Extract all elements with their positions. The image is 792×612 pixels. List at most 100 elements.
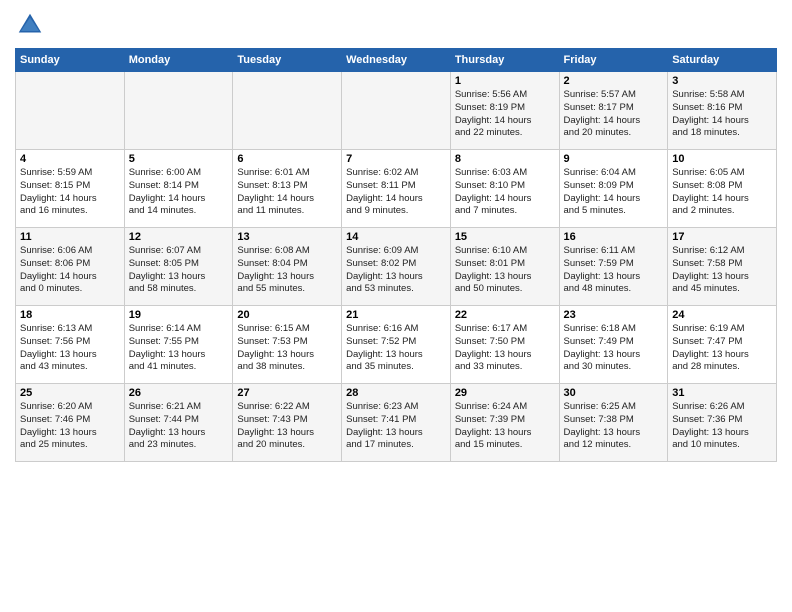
day-number: 1 — [455, 75, 555, 87]
header — [15, 10, 777, 40]
day-info: Sunrise: 6:21 AM Sunset: 7:44 PM Dayligh… — [129, 401, 229, 452]
day-cell — [16, 72, 125, 150]
col-header-sunday: Sunday — [16, 49, 125, 72]
day-info: Sunrise: 6:05 AM Sunset: 8:08 PM Dayligh… — [672, 167, 772, 218]
day-cell: 6Sunrise: 6:01 AM Sunset: 8:13 PM Daylig… — [233, 150, 342, 228]
day-cell: 21 Sunrise: 6:16 AM Sunset: 7:52 PM Dayli… — [342, 306, 451, 384]
day-info: Sunrise: 6:22 AM Sunset: 7:43 PM Dayligh… — [237, 401, 337, 452]
day-number: 11 — [20, 231, 120, 243]
day-number: 29 — [455, 387, 555, 399]
day-info: Sunrise: 6:15 AM Sunset: 7:53 PM Dayligh… — [237, 323, 337, 374]
day-cell: 13 Sunrise: 6:08 AM Sunset: 8:04 PM Dayli… — [233, 228, 342, 306]
day-cell: 3 Sunrise: 5:58 AM Sunset: 8:16 PM Daylig… — [668, 72, 777, 150]
day-cell: 29 Sunrise: 6:24 AM Sunset: 7:39 PM Dayli… — [450, 384, 559, 462]
day-info: Sunrise: 6:26 AM Sunset: 7:36 PM Dayligh… — [672, 401, 772, 452]
day-number: 16 — [564, 231, 664, 243]
day-cell: 1 Sunrise: 5:56 AM Sunset: 8:19 PM Daylig… — [450, 72, 559, 150]
day-cell: 5 Sunrise: 6:00 AM Sunset: 8:14 PM Daylig… — [124, 150, 233, 228]
col-header-wednesday: Wednesday — [342, 49, 451, 72]
col-header-tuesday: Tuesday — [233, 49, 342, 72]
day-number: 13 — [237, 231, 337, 243]
day-cell: 27 Sunrise: 6:22 AM Sunset: 7:43 PM Dayli… — [233, 384, 342, 462]
day-info: Sunrise: 6:10 AM Sunset: 8:01 PM Dayligh… — [455, 245, 555, 296]
day-number: 18 — [20, 309, 120, 321]
day-info: Sunrise: 5:57 AM Sunset: 8:17 PM Dayligh… — [564, 89, 664, 140]
col-header-saturday: Saturday — [668, 49, 777, 72]
day-cell: 17 Sunrise: 6:12 AM Sunset: 7:58 PM Dayli… — [668, 228, 777, 306]
day-cell: 28 Sunrise: 6:23 AM Sunset: 7:41 PM Dayli… — [342, 384, 451, 462]
day-info: Sunrise: 6:06 AM Sunset: 8:06 PM Dayligh… — [20, 245, 120, 296]
day-cell: 2 Sunrise: 5:57 AM Sunset: 8:17 PM Daylig… — [559, 72, 668, 150]
day-info: Sunrise: 6:03 AM Sunset: 8:10 PM Dayligh… — [455, 167, 555, 218]
day-number: 10 — [672, 153, 772, 165]
day-info: Sunrise: 6:08 AM Sunset: 8:04 PM Dayligh… — [237, 245, 337, 296]
week-row-3: 11 Sunrise: 6:06 AM Sunset: 8:06 PM Dayli… — [16, 228, 777, 306]
day-info: Sunrise: 6:23 AM Sunset: 7:41 PM Dayligh… — [346, 401, 446, 452]
day-number: 4 — [20, 153, 120, 165]
day-cell: 19Sunrise: 6:14 AM Sunset: 7:55 PM Dayli… — [124, 306, 233, 384]
day-cell: 12 Sunrise: 6:07 AM Sunset: 8:05 PM Dayli… — [124, 228, 233, 306]
week-row-1: 1 Sunrise: 5:56 AM Sunset: 8:19 PM Daylig… — [16, 72, 777, 150]
day-info: Sunrise: 6:16 AM Sunset: 7:52 PM Dayligh… — [346, 323, 446, 374]
day-info: Sunrise: 6:25 AM Sunset: 7:38 PM Dayligh… — [564, 401, 664, 452]
day-info: Sunrise: 6:20 AM Sunset: 7:46 PM Dayligh… — [20, 401, 120, 452]
day-cell: 8Sunrise: 6:03 AM Sunset: 8:10 PM Daylig… — [450, 150, 559, 228]
day-info: Sunrise: 6:11 AM Sunset: 7:59 PM Dayligh… — [564, 245, 664, 296]
day-cell: 25Sunrise: 6:20 AM Sunset: 7:46 PM Dayli… — [16, 384, 125, 462]
day-number: 27 — [237, 387, 337, 399]
day-info: Sunrise: 5:56 AM Sunset: 8:19 PM Dayligh… — [455, 89, 555, 140]
day-number: 14 — [346, 231, 446, 243]
day-cell: 7Sunrise: 6:02 AM Sunset: 8:11 PM Daylig… — [342, 150, 451, 228]
day-cell: 20 Sunrise: 6:15 AM Sunset: 7:53 PM Dayli… — [233, 306, 342, 384]
day-cell: 16 Sunrise: 6:11 AM Sunset: 7:59 PM Dayli… — [559, 228, 668, 306]
day-info: Sunrise: 6:00 AM Sunset: 8:14 PM Dayligh… — [129, 167, 229, 218]
day-info: Sunrise: 6:12 AM Sunset: 7:58 PM Dayligh… — [672, 245, 772, 296]
logo — [15, 10, 49, 40]
day-cell: 9Sunrise: 6:04 AM Sunset: 8:09 PM Daylig… — [559, 150, 668, 228]
day-number: 9 — [564, 153, 664, 165]
day-number: 19 — [129, 309, 229, 321]
day-number: 24 — [672, 309, 772, 321]
day-number: 22 — [455, 309, 555, 321]
page: SundayMondayTuesdayWednesdayThursdayFrid… — [0, 0, 792, 612]
day-info: Sunrise: 5:58 AM Sunset: 8:16 PM Dayligh… — [672, 89, 772, 140]
day-cell — [233, 72, 342, 150]
day-cell: 26Sunrise: 6:21 AM Sunset: 7:44 PM Dayli… — [124, 384, 233, 462]
day-number: 12 — [129, 231, 229, 243]
day-cell: 4 Sunrise: 5:59 AM Sunset: 8:15 PM Daylig… — [16, 150, 125, 228]
col-header-thursday: Thursday — [450, 49, 559, 72]
week-row-5: 25Sunrise: 6:20 AM Sunset: 7:46 PM Dayli… — [16, 384, 777, 462]
day-number: 20 — [237, 309, 337, 321]
day-cell: 31Sunrise: 6:26 AM Sunset: 7:36 PM Dayli… — [668, 384, 777, 462]
day-info: Sunrise: 6:09 AM Sunset: 8:02 PM Dayligh… — [346, 245, 446, 296]
week-row-4: 18 Sunrise: 6:13 AM Sunset: 7:56 PM Dayli… — [16, 306, 777, 384]
day-info: Sunrise: 6:13 AM Sunset: 7:56 PM Dayligh… — [20, 323, 120, 374]
day-cell: 23 Sunrise: 6:18 AM Sunset: 7:49 PM Dayli… — [559, 306, 668, 384]
day-number: 17 — [672, 231, 772, 243]
day-number: 5 — [129, 153, 229, 165]
day-cell — [124, 72, 233, 150]
day-number: 7 — [346, 153, 446, 165]
day-cell: 11 Sunrise: 6:06 AM Sunset: 8:06 PM Dayli… — [16, 228, 125, 306]
header-row: SundayMondayTuesdayWednesdayThursdayFrid… — [16, 49, 777, 72]
day-info: Sunrise: 6:18 AM Sunset: 7:49 PM Dayligh… — [564, 323, 664, 374]
day-number: 28 — [346, 387, 446, 399]
day-info: Sunrise: 6:01 AM Sunset: 8:13 PM Dayligh… — [237, 167, 337, 218]
day-info: Sunrise: 6:07 AM Sunset: 8:05 PM Dayligh… — [129, 245, 229, 296]
day-number: 3 — [672, 75, 772, 87]
col-header-friday: Friday — [559, 49, 668, 72]
day-cell: 10 Sunrise: 6:05 AM Sunset: 8:08 PM Dayli… — [668, 150, 777, 228]
day-info: Sunrise: 6:24 AM Sunset: 7:39 PM Dayligh… — [455, 401, 555, 452]
logo-icon — [15, 10, 45, 40]
week-row-2: 4 Sunrise: 5:59 AM Sunset: 8:15 PM Daylig… — [16, 150, 777, 228]
day-info: Sunrise: 5:59 AM Sunset: 8:15 PM Dayligh… — [20, 167, 120, 218]
day-number: 21 — [346, 309, 446, 321]
day-cell: 24Sunrise: 6:19 AM Sunset: 7:47 PM Dayli… — [668, 306, 777, 384]
day-cell — [342, 72, 451, 150]
day-number: 2 — [564, 75, 664, 87]
day-number: 15 — [455, 231, 555, 243]
col-header-monday: Monday — [124, 49, 233, 72]
day-number: 23 — [564, 309, 664, 321]
day-cell: 15 Sunrise: 6:10 AM Sunset: 8:01 PM Dayli… — [450, 228, 559, 306]
day-number: 30 — [564, 387, 664, 399]
